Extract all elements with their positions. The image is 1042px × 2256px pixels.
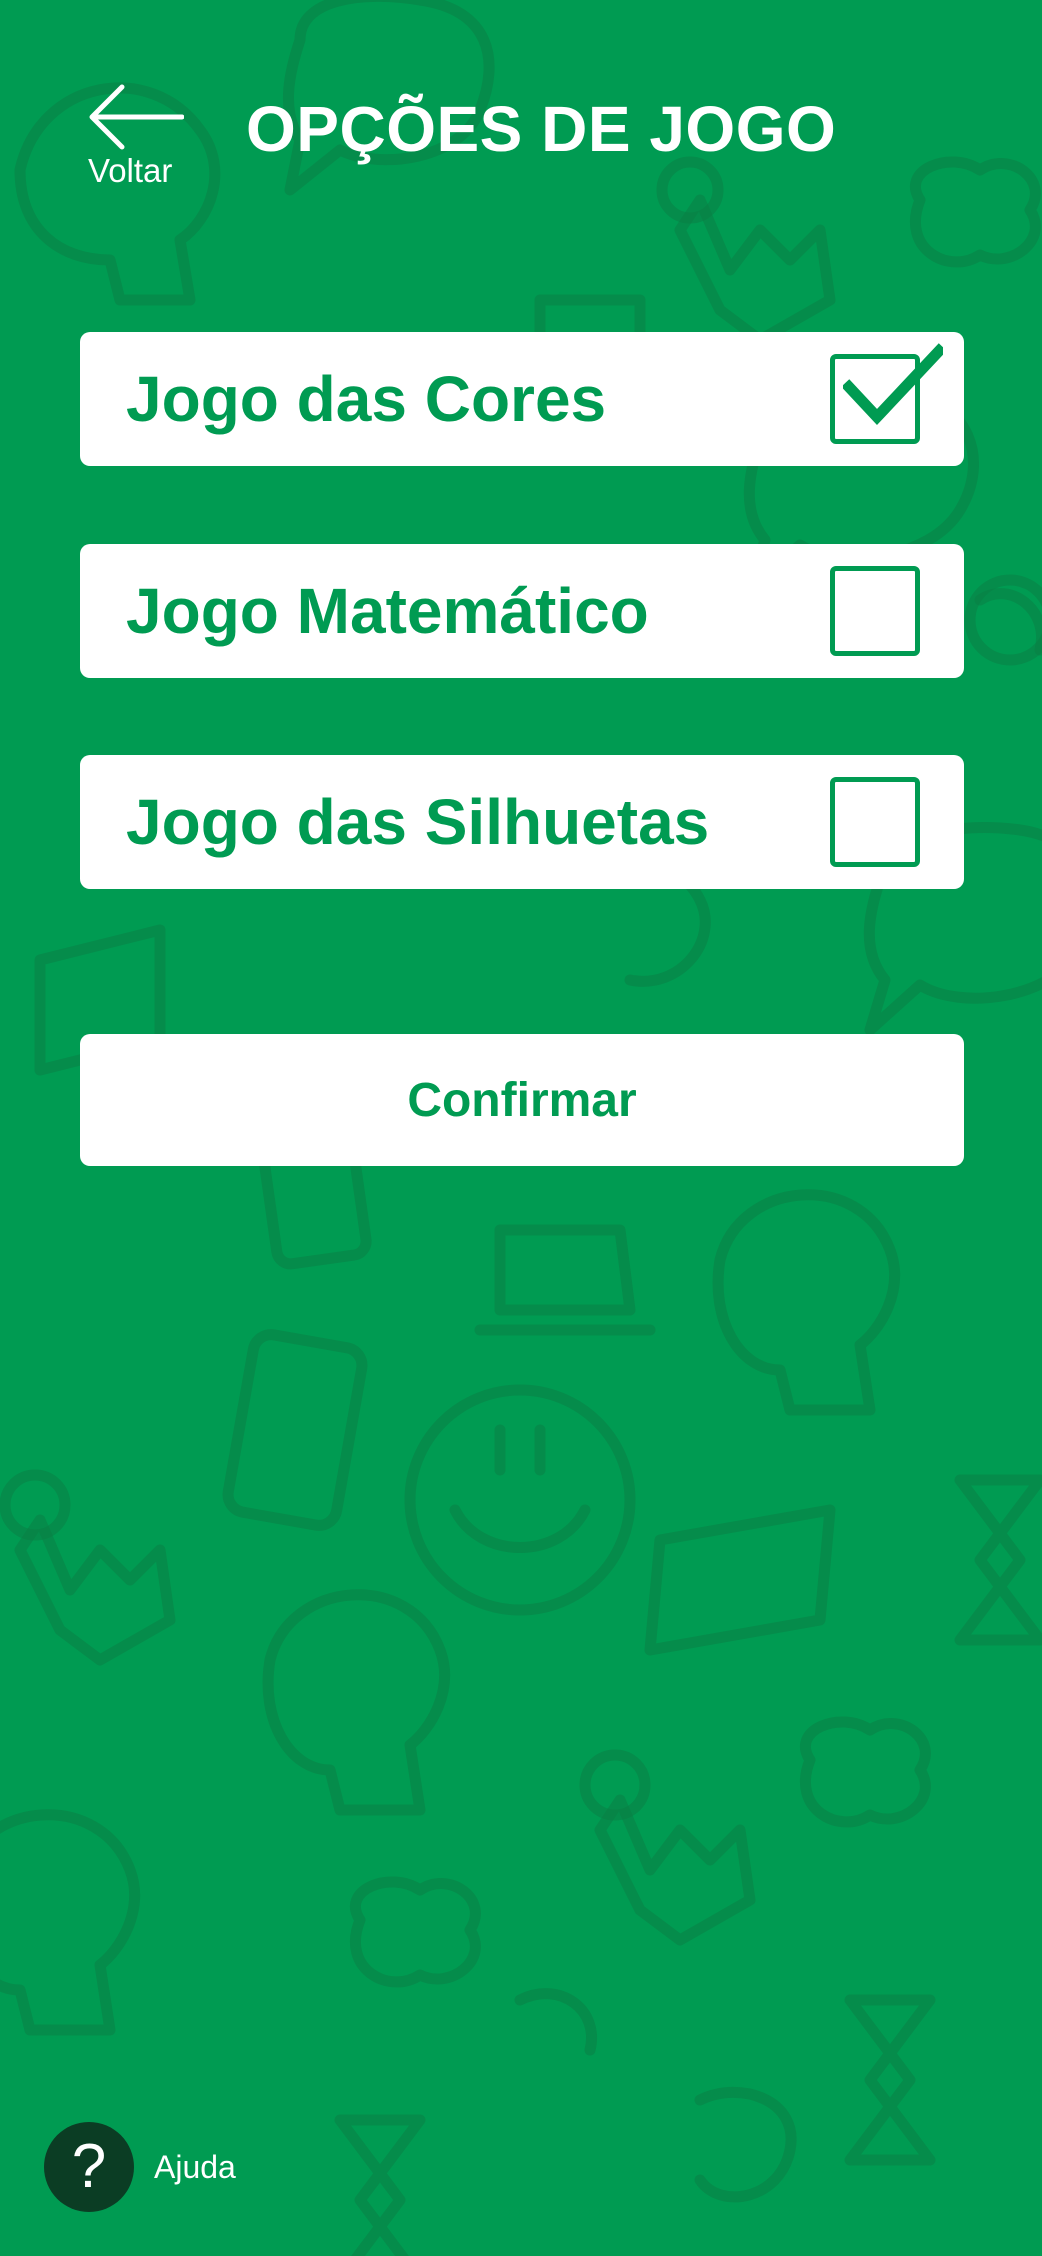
option-label: Jogo das Cores (126, 363, 607, 435)
arrow-left-icon (89, 84, 184, 150)
option-label: Jogo Matemático (126, 575, 649, 647)
checkbox-checked[interactable] (830, 343, 943, 444)
checkbox-unchecked[interactable] (830, 566, 920, 656)
option-jogo-matematico[interactable]: Jogo Matemático (80, 544, 964, 678)
option-label: Jogo das Silhuetas (126, 786, 710, 858)
option-jogo-das-silhuetas[interactable]: Jogo das Silhuetas (80, 755, 964, 889)
help-label: Ajuda (154, 2149, 236, 2185)
option-jogo-das-cores[interactable]: Jogo das Cores (80, 332, 964, 466)
checkbox-unchecked[interactable] (830, 777, 920, 867)
back-button[interactable]: Voltar (86, 80, 198, 190)
confirm-button[interactable]: Confirmar (80, 1034, 964, 1166)
question-mark-icon: ? (44, 2122, 134, 2212)
page-title: OPÇÕES DE JOGO (246, 93, 837, 165)
checkmark-icon (843, 343, 943, 426)
game-options-screen: Voltar OPÇÕES DE JOGO Jogo das Cores Jog… (0, 0, 1042, 2256)
back-label: Voltar (88, 152, 173, 189)
